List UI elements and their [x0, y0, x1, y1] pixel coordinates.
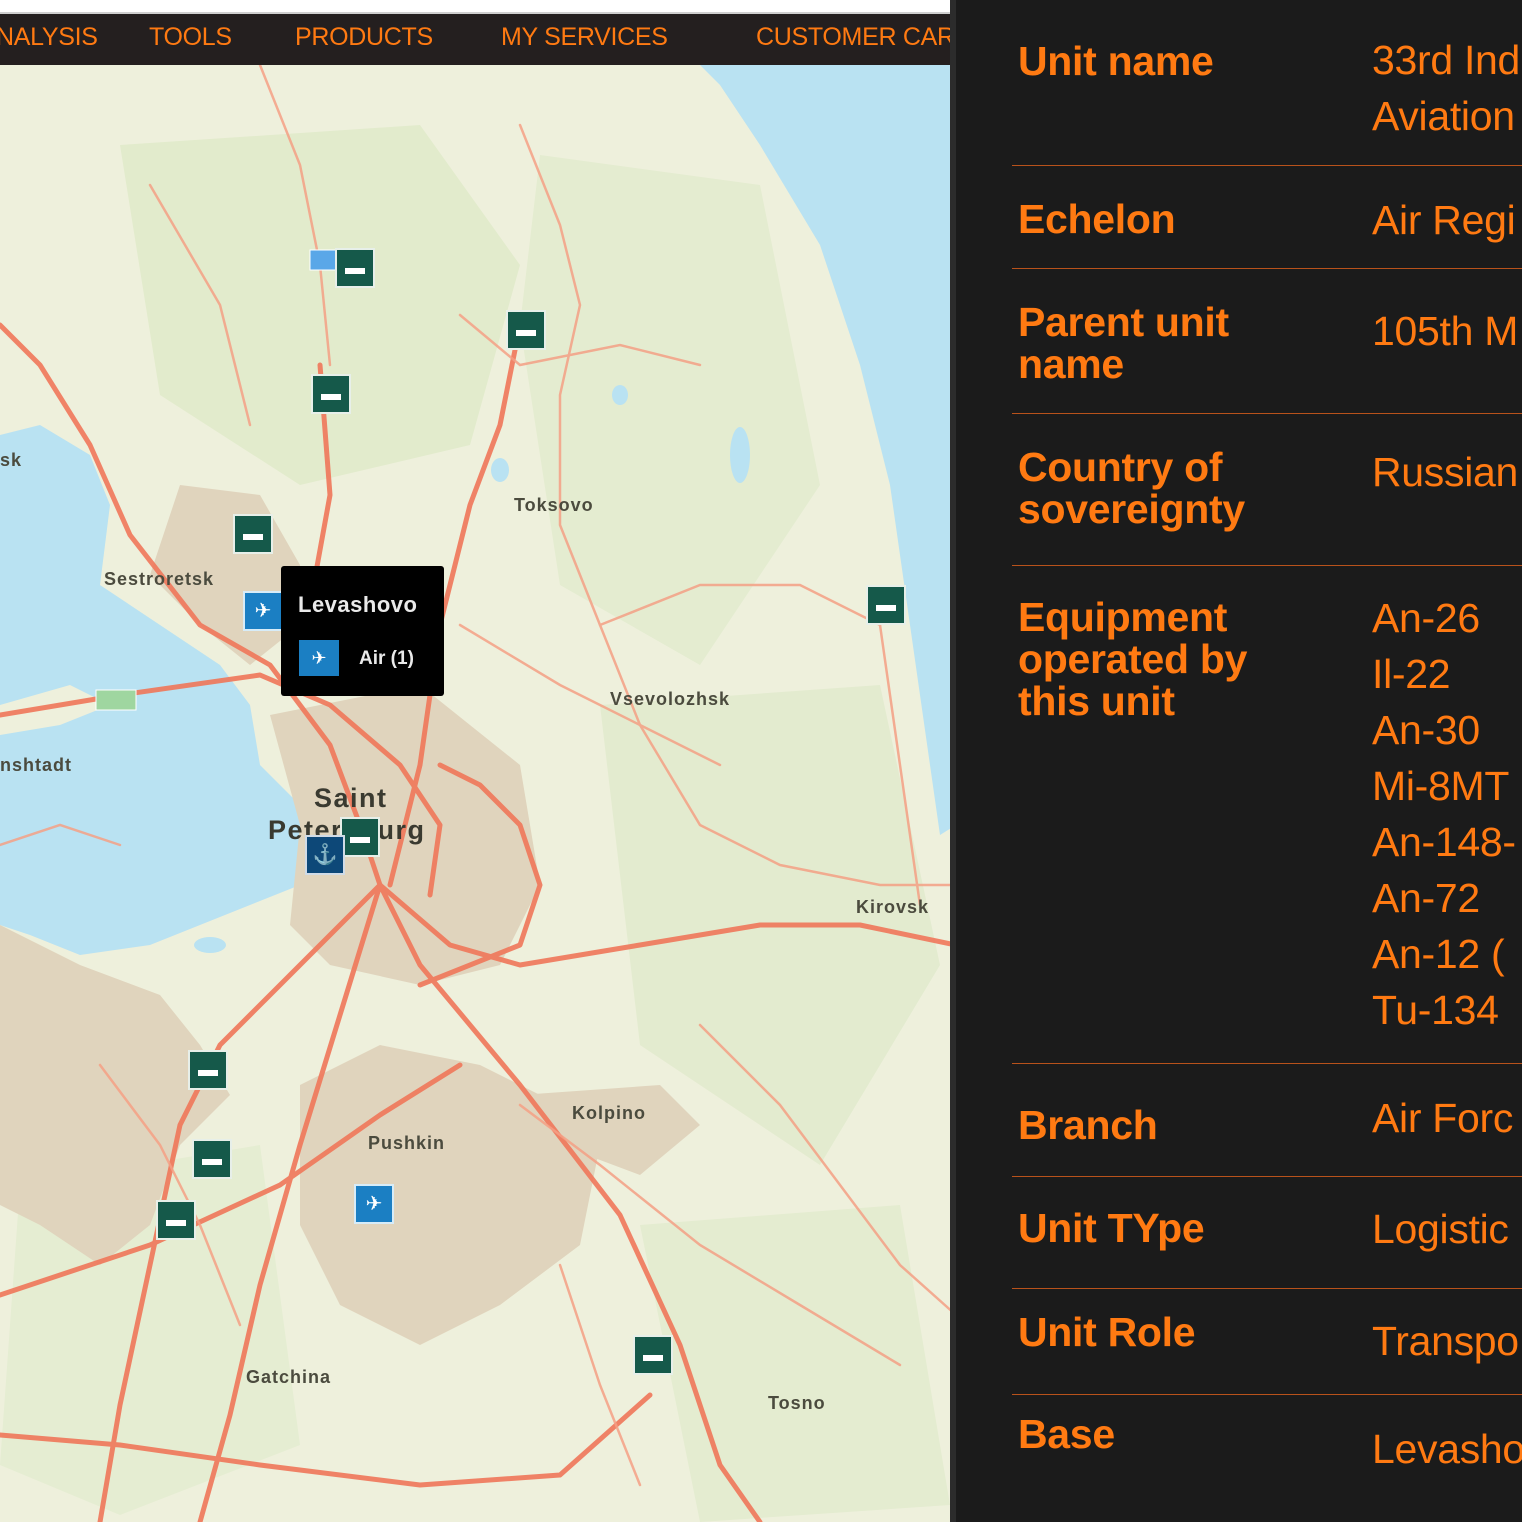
nav-item-tools[interactable]: TOOLS — [149, 23, 232, 52]
air-unit-marker-levashovo[interactable]: ✈ — [243, 591, 283, 631]
tank-icon: ▬ — [202, 1148, 222, 1170]
tank-icon: ▬ — [321, 383, 341, 405]
place-label-gatchina: Gatchina — [246, 1367, 332, 1387]
place-label-edge-left-2: nshtadt — [0, 755, 72, 775]
detail-value: Russian — [1372, 449, 1519, 495]
detail-row-base: Base Levasho — [1012, 1395, 1522, 1522]
detail-row-unit-name: Unit name 33rd Ind Aviation — [1012, 0, 1522, 166]
nav-item-my-services[interactable]: MY SERVICES — [501, 23, 668, 52]
detail-label: Unit Role — [1018, 1309, 1196, 1355]
map-application: NALYSIS TOOLS PRODUCTS MY SERVICES CUSTO… — [0, 0, 956, 1522]
place-label-saint-petersburg-line1: Saint — [314, 783, 388, 813]
ground-unit-marker[interactable]: ▬ — [233, 514, 273, 554]
map-base-layer — [0, 65, 956, 1522]
detail-label: Parent unit name — [1018, 299, 1229, 387]
detail-label: Echelon — [1018, 196, 1176, 242]
detail-value: Air Forc — [1372, 1095, 1514, 1141]
detail-label: Base — [1018, 1411, 1115, 1457]
ground-unit-marker[interactable]: ▬ — [311, 374, 351, 414]
place-label-tosno: Tosno — [768, 1393, 826, 1413]
detail-row-branch: Branch Air Forc — [1012, 1064, 1522, 1177]
ground-unit-marker[interactable]: ▬ — [340, 817, 380, 857]
map-canvas[interactable]: Sestroretsk Toksovo Vsevolozhsk Saint Pe… — [0, 65, 956, 1522]
nav-item-products[interactable]: PRODUCTS — [295, 23, 433, 52]
map-tooltip: Levashovo ✈ Air (1) — [281, 566, 444, 696]
airplane-icon: ✈ — [254, 600, 272, 622]
ground-unit-marker[interactable]: ▬ — [192, 1139, 232, 1179]
detail-label: Unit name — [1018, 38, 1214, 84]
tooltip-title: Levashovo — [298, 592, 418, 617]
ground-unit-marker[interactable]: ▬ — [506, 310, 546, 350]
tank-icon: ▬ — [166, 1209, 186, 1231]
place-label-kolpino: Kolpino — [572, 1103, 646, 1123]
detail-value: Levasho — [1372, 1426, 1522, 1472]
place-label-toksovo: Toksovo — [514, 495, 594, 515]
naval-unit-marker[interactable]: ⚓ — [305, 835, 345, 875]
ground-unit-marker[interactable]: ▬ — [156, 1200, 196, 1240]
detail-label: Equipment operated by this unit — [1018, 594, 1248, 724]
tank-icon: ▬ — [643, 1344, 663, 1366]
ground-unit-marker[interactable]: ▬ — [335, 248, 375, 288]
ground-unit-marker[interactable]: ▬ — [866, 585, 906, 625]
nav-item-analysis[interactable]: NALYSIS — [0, 23, 98, 52]
tank-icon: ▬ — [345, 257, 365, 279]
detail-label: Country of sovereignty — [1018, 444, 1245, 532]
tank-icon: ▬ — [516, 319, 536, 341]
detail-value: Transpo — [1372, 1318, 1519, 1364]
detail-row-equipment: Equipment operated by this unit An-26 Il… — [1012, 566, 1522, 1064]
detail-row-echelon: Echelon Air Regi — [1012, 166, 1522, 269]
tank-icon: ▬ — [198, 1059, 218, 1081]
detail-value: An-26 Il-22 An-30 Mi-8MT An-148- An-72 A… — [1372, 595, 1516, 1033]
detail-row-country-of-sovereignty: Country of sovereignty Russian — [1012, 414, 1522, 566]
detail-label: Branch — [1018, 1102, 1158, 1148]
ground-unit-marker[interactable]: ▬ — [633, 1335, 673, 1375]
detail-row-unit-role: Unit Role Transpo — [1012, 1289, 1522, 1395]
detail-row-unit-type: Unit TYpe Logistic — [1012, 1177, 1522, 1289]
airplane-icon: ✈ — [365, 1193, 383, 1215]
place-label-pushkin: Pushkin — [368, 1133, 446, 1153]
tank-icon: ▬ — [243, 523, 263, 545]
nav-item-customer-care[interactable]: CUSTOMER CAR — [756, 23, 955, 52]
tooltip-count-label: Air (1) — [359, 648, 414, 669]
browser-top-strip — [0, 0, 956, 14]
anchor-icon: ⚓ — [312, 844, 338, 866]
place-label-kirovsk: Kirovsk — [856, 897, 930, 917]
ground-unit-marker[interactable]: ▬ — [188, 1050, 228, 1090]
place-label-edge-left-1: sk — [0, 450, 23, 470]
detail-value: 105th M — [1372, 308, 1519, 354]
unit-details-panel: Unit name 33rd Ind Aviation Echelon Air … — [956, 0, 1522, 1522]
detail-row-parent-unit-name: Parent unit name 105th M — [1012, 269, 1522, 414]
air-unit-marker[interactable]: ✈ — [354, 1184, 394, 1224]
tank-icon: ▬ — [876, 594, 896, 616]
detail-value: Logistic — [1372, 1206, 1509, 1252]
detail-label: Unit TYpe — [1018, 1205, 1205, 1251]
detail-value: 33rd Ind Aviation — [1372, 37, 1521, 139]
place-label-vsevolozhsk: Vsevolozhsk — [610, 689, 731, 709]
airplane-icon: ✈ — [299, 640, 339, 676]
place-label-sestroretsk: Sestroretsk — [104, 569, 215, 589]
tank-icon: ▬ — [350, 826, 370, 848]
main-navigation-bar: NALYSIS TOOLS PRODUCTS MY SERVICES CUSTO… — [0, 14, 956, 65]
detail-value: Air Regi — [1372, 197, 1516, 243]
